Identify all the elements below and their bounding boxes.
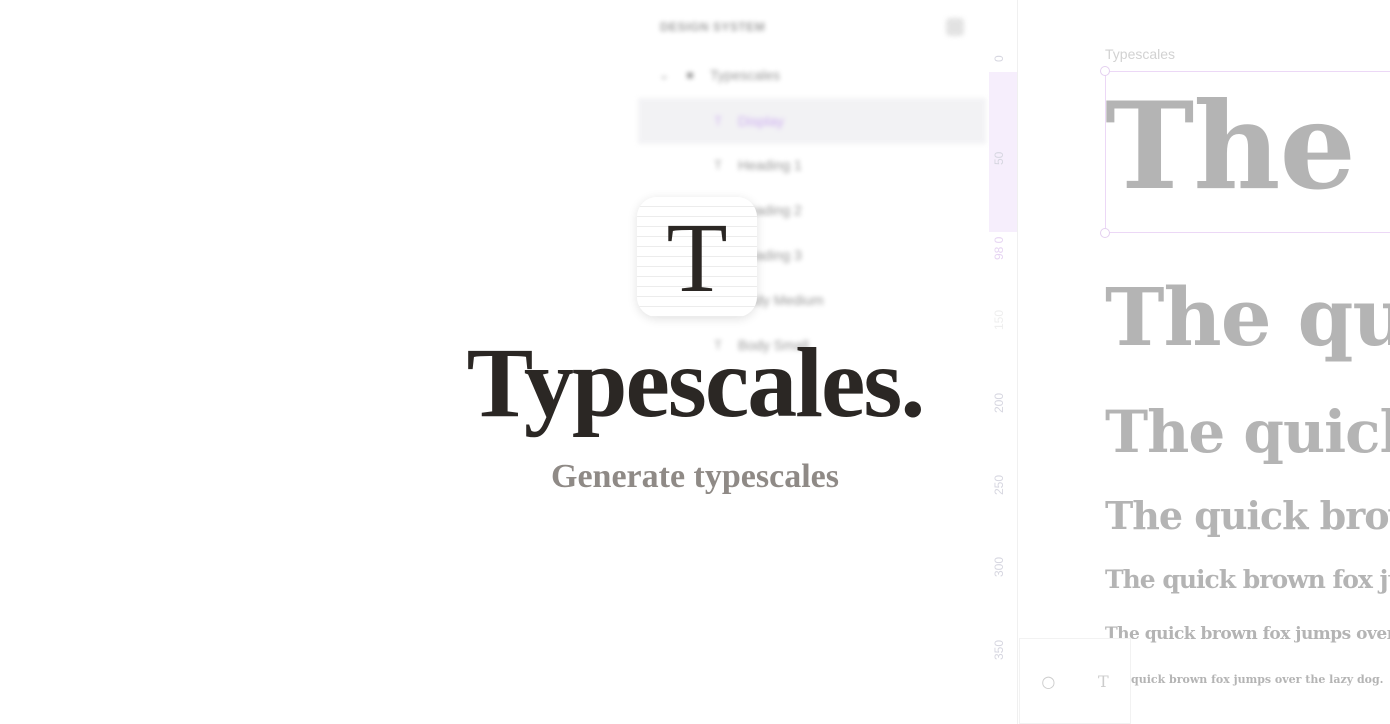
hero: T Typescales. Generate typescales <box>0 0 1390 724</box>
hero-subtitle: Generate typescales <box>551 458 839 495</box>
app-logo-icon: T <box>637 197 757 317</box>
hero-title: Typescales. <box>466 327 926 438</box>
logo-letter: T <box>666 201 728 313</box>
